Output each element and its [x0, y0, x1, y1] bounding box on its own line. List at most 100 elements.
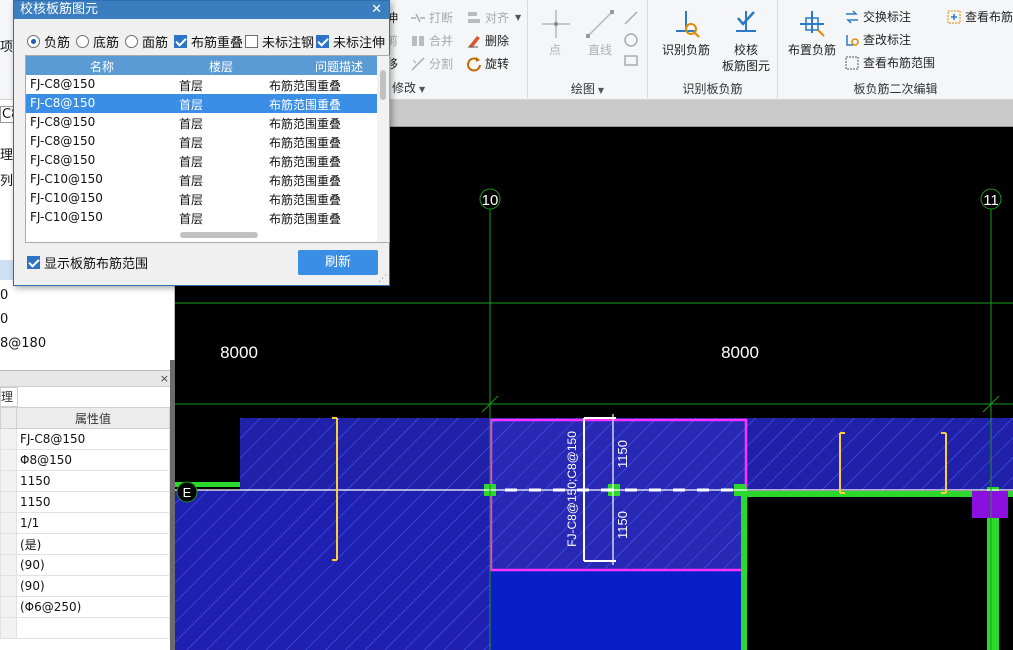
grid-cell-issue: 布筋范围重叠	[269, 155, 342, 169]
ribbon-group-label-draw[interactable]: 绘图 ▼	[528, 80, 647, 97]
radio-top-rebar[interactable]: 面筋	[125, 32, 169, 51]
grid-cell-name: FJ-C8@150	[30, 115, 96, 129]
place-negative-rebar-label: 布置负筋	[787, 43, 836, 57]
selected-rebar-dim-bottom: 1150	[615, 511, 630, 539]
selected-rebar-label: FJ-C8@150;C8@150	[565, 431, 579, 547]
property-value[interactable]: 1/1	[16, 512, 170, 534]
refresh-button[interactable]: 刷新	[298, 250, 378, 275]
grid-horizontal-scroll-thumb[interactable]	[180, 232, 258, 238]
property-value[interactable]: FJ-C8@150	[16, 428, 170, 450]
view-rebar-icon	[947, 10, 961, 24]
grid-row[interactable]: FJ-C8@150 首层 布筋范围重叠	[26, 151, 378, 170]
grid-cell-name: FJ-C10@150	[30, 172, 103, 186]
grid-row-selected[interactable]: FJ-C8@150 首层 布筋范围重叠	[26, 94, 378, 113]
radio-indicator[interactable]	[76, 34, 89, 48]
draw-shape-icons[interactable]	[622, 8, 642, 68]
property-row[interactable]	[0, 617, 170, 639]
swap-annotation-button[interactable]: 交换标注	[844, 7, 911, 27]
grid-row[interactable]: FJ-C8@150 首层 布筋范围重叠	[26, 75, 378, 94]
beam-vertical-mid[interactable]	[741, 487, 747, 650]
grid-column-issue[interactable]: 问题描述	[315, 58, 363, 75]
radio-bottom-rebar[interactable]: 底筋	[76, 32, 119, 51]
swap-icon	[846, 10, 858, 24]
property-value[interactable]: (是)	[16, 533, 170, 555]
checkbox-indicator[interactable]	[245, 34, 258, 48]
split-icon	[411, 57, 425, 71]
rotate-label: 旋转	[485, 57, 510, 71]
edit-annotation-icon	[846, 35, 859, 46]
radio-indicator[interactable]	[125, 34, 138, 48]
checkbox-rebar-overlap[interactable]: 布筋重叠	[174, 32, 243, 51]
grid-row[interactable]: FJ-C8@150 首层 布筋范围重叠	[26, 132, 378, 151]
property-value[interactable]: Φ8@150	[16, 449, 170, 471]
radio-negative-rebar[interactable]: 负筋	[27, 32, 70, 51]
property-row[interactable]: Φ8@150	[0, 449, 170, 471]
grid-row[interactable]: FJ-C10@150 首层 布筋范围重叠	[26, 170, 378, 189]
draw-point-button[interactable]: 点	[540, 8, 570, 58]
align-button[interactable]: 对齐 ▼	[466, 8, 521, 28]
property-row[interactable]: (Φ6@250)	[0, 596, 170, 618]
chevron-down-icon: ▼	[515, 13, 522, 22]
property-row[interactable]: 1150	[0, 470, 170, 492]
property-value[interactable]: (Φ6@250)	[16, 596, 170, 618]
property-panel-tab[interactable]: 理	[0, 387, 18, 407]
rotate-button[interactable]: 旋转	[466, 54, 509, 74]
property-row[interactable]: (是)	[0, 533, 170, 555]
align-label: 对齐	[485, 11, 510, 25]
grid-vertical-scroll-thumb[interactable]	[380, 70, 386, 100]
identify-negative-rebar-button[interactable]: 识别负筋	[658, 8, 714, 58]
property-row[interactable]: (90)	[0, 575, 170, 597]
delete-button[interactable]: 删除	[466, 31, 509, 51]
draw-point-label: 点	[548, 43, 561, 57]
property-row[interactable]: 1/1	[0, 512, 170, 534]
checkbox-indicator[interactable]	[174, 34, 187, 48]
grid-cell-floor: 首层	[179, 136, 204, 150]
property-value[interactable]: (90)	[16, 575, 170, 597]
slab-region-mid[interactable]	[490, 570, 745, 650]
place-negative-rebar-button[interactable]: 布置负筋	[784, 8, 840, 58]
property-row[interactable]: 1150	[0, 491, 170, 513]
split-button[interactable]: 分割	[410, 54, 453, 74]
grid-row[interactable]: FJ-C10@150 首层 布筋范围重叠	[26, 189, 378, 208]
break-button[interactable]: 打断	[410, 8, 453, 28]
grid-row[interactable]: FJ-C10@150 首层 布筋范围重叠	[26, 208, 378, 227]
column-purple[interactable]	[972, 491, 1008, 518]
dialog-titlebar[interactable]: 校核板筋图元 ✕	[14, 1, 389, 19]
view-rebar-range-button[interactable]: 查看布筋范围	[844, 53, 935, 73]
grid-cell-floor: 首层	[179, 79, 204, 93]
left-cut-text-5: 0	[0, 312, 9, 327]
checkbox-unannotated-extension[interactable]: 未标注伸	[316, 32, 385, 51]
check-label-line2: 板筋图元	[721, 59, 770, 73]
checkbox-indicator[interactable]	[27, 256, 40, 269]
grid-row[interactable]: FJ-C8@150 首层 布筋范围重叠	[26, 113, 378, 132]
close-icon[interactable]: ×	[160, 371, 169, 386]
issue-list-grid[interactable]: 名称 楼层 问题描述 FJ-C8@150 首层 布筋范围重叠 FJ-C8@150…	[25, 55, 390, 243]
property-row[interactable]: FJ-C8@150	[0, 428, 170, 450]
property-value[interactable]: 1150	[16, 470, 170, 492]
ribbon-group-modify: 伸 打断 对齐 ▼ 剪 合并 删除 移 分割 旋转 修改 ▼	[386, 0, 528, 100]
checkbox-indicator[interactable]	[316, 34, 329, 48]
property-value[interactable]: 1150	[16, 491, 170, 513]
draw-line-button[interactable]: 直线	[580, 8, 620, 58]
check-slab-rebar-button[interactable]: 校核 板筋图元	[718, 8, 774, 74]
grid-column-floor[interactable]: 楼层	[209, 58, 233, 75]
edit-annotation-button[interactable]: 查改标注	[844, 30, 911, 50]
radio-label: 面筋	[142, 35, 169, 51]
property-row[interactable]: (90)	[0, 554, 170, 576]
resize-grip-icon[interactable]: ⋰	[378, 274, 387, 284]
ribbon-group-label-modify[interactable]: 修改 ▼	[392, 79, 527, 96]
ribbon-group-identify: 识别负筋 校核 板筋图元 识别板负筋	[648, 0, 778, 100]
checkbox-unannotated-steel[interactable]: 未标注钢	[245, 32, 314, 51]
edit-annotation-label: 查改标注	[863, 33, 912, 47]
merge-button[interactable]: 合并	[410, 31, 453, 51]
show-rebar-range-checkbox[interactable]: 显示板筋布筋范围	[27, 253, 148, 272]
close-icon[interactable]: ✕	[371, 1, 382, 19]
view-rebar-button[interactable]: 查看布筋	[946, 7, 1013, 27]
grid-cell-name: FJ-C8@150	[30, 77, 96, 91]
grid-cell-name: FJ-C8@150	[30, 153, 96, 167]
axis-label-10: 10	[482, 192, 499, 209]
property-value[interactable]: (90)	[16, 554, 170, 576]
property-value[interactable]	[16, 617, 170, 639]
grid-column-name[interactable]: 名称	[90, 58, 114, 75]
radio-indicator[interactable]	[27, 34, 40, 48]
